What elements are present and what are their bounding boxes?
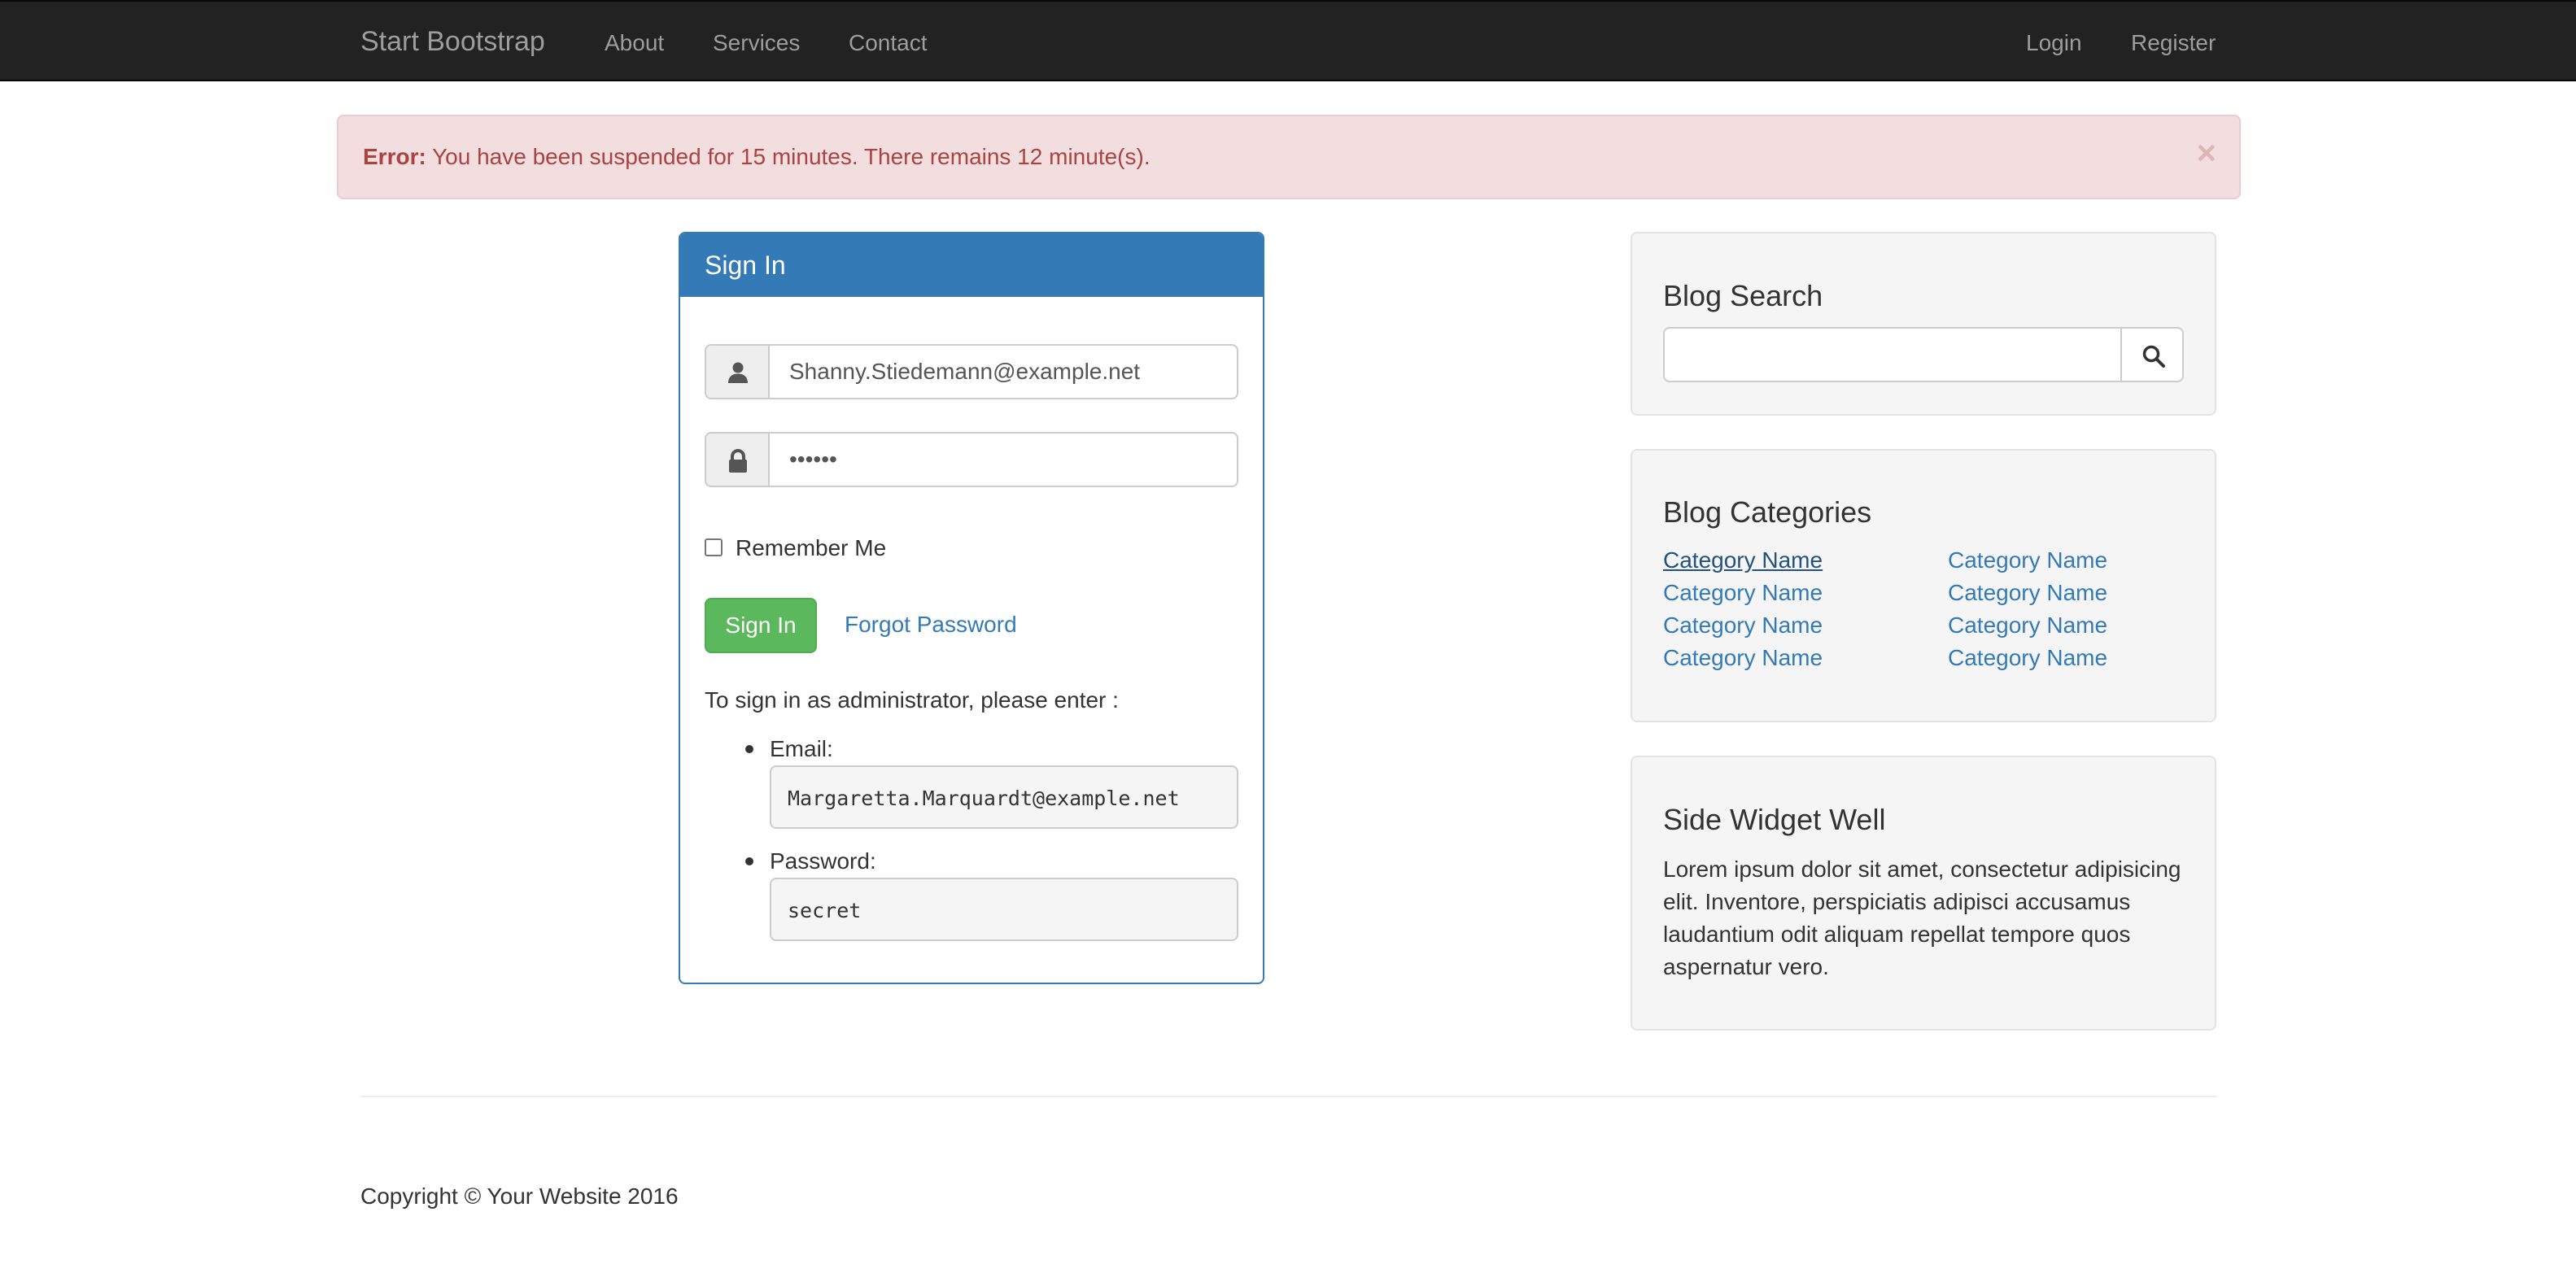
admin-password-code: secret (770, 878, 1238, 941)
error-alert: Error: You have been suspended for 15 mi… (337, 115, 2241, 199)
category-link[interactable]: Category Name (1948, 580, 2107, 606)
blog-search-well: Blog Search (1631, 232, 2216, 416)
signin-title: Sign In (705, 251, 786, 280)
alert-message: Error: You have been suspended for 15 mi… (363, 144, 1150, 170)
blog-categories-well: Blog Categories Category Name Category N… (1631, 449, 2216, 722)
category-link[interactable]: Category Name (1663, 547, 1823, 573)
signin-panel: Sign In Remember Me Sign In Forgot Passw… (679, 232, 1264, 984)
footer-divider (360, 1096, 2217, 1097)
close-icon[interactable]: × (2196, 136, 2216, 170)
email-input-group (705, 344, 1238, 399)
sign-in-button[interactable]: Sign In (705, 598, 817, 653)
admin-password-label: Password: (770, 848, 876, 874)
side-widget-well: Side Widget Well Lorem ipsum dolor sit a… (1631, 756, 2216, 1031)
email-field[interactable] (768, 344, 1238, 399)
category-link[interactable]: Category Name (1948, 547, 2107, 573)
category-link[interactable]: Category Name (1663, 580, 1823, 606)
user-icon (705, 344, 770, 399)
forgot-password-link[interactable]: Forgot Password (845, 612, 1017, 638)
admin-email-code: Margaretta.Marquardt@example.net (770, 765, 1238, 829)
brand-link[interactable]: Start Bootstrap (360, 26, 545, 58)
search-icon (2142, 345, 2165, 368)
category-link[interactable]: Category Name (1948, 612, 2107, 639)
admin-email-label: Email: (770, 736, 833, 761)
signin-panel-heading: Sign In (680, 233, 1263, 297)
alert-label: Error: (363, 144, 426, 169)
search-button[interactable] (2120, 327, 2184, 382)
alert-text: You have been suspended for 15 minutes. … (426, 144, 1150, 169)
footer-copyright: Copyright © Your Website 2016 (360, 1183, 679, 1209)
side-widget-text: Lorem ipsum dolor sit amet, consectetur … (1663, 856, 2181, 979)
admin-note: To sign in as administrator, please ente… (705, 687, 1119, 713)
nav-about[interactable]: About (605, 30, 664, 56)
category-link[interactable]: Category Name (1663, 612, 1823, 639)
bullet-dot (745, 857, 753, 865)
top-navbar: Start Bootstrap About Services Contact L… (0, 0, 2576, 81)
blog-categories-title: Blog Categories (1663, 495, 1872, 529)
nav-contact[interactable]: Contact (849, 30, 928, 56)
nav-register[interactable]: Register (2131, 30, 2216, 56)
nav-login[interactable]: Login (2026, 30, 2082, 56)
search-input[interactable] (1663, 327, 2122, 382)
password-field[interactable] (768, 432, 1238, 487)
side-widget-title: Side Widget Well (1663, 803, 1886, 836)
category-link[interactable]: Category Name (1948, 645, 2107, 671)
nav-services[interactable]: Services (713, 30, 800, 56)
lock-icon (705, 432, 770, 487)
remember-me-checkbox[interactable] (705, 538, 723, 556)
password-input-group (705, 432, 1238, 487)
remember-me-label[interactable]: Remember Me (736, 535, 886, 561)
category-link[interactable]: Category Name (1663, 645, 1823, 671)
bullet-dot (745, 745, 753, 753)
blog-search-title: Blog Search (1663, 279, 1823, 312)
